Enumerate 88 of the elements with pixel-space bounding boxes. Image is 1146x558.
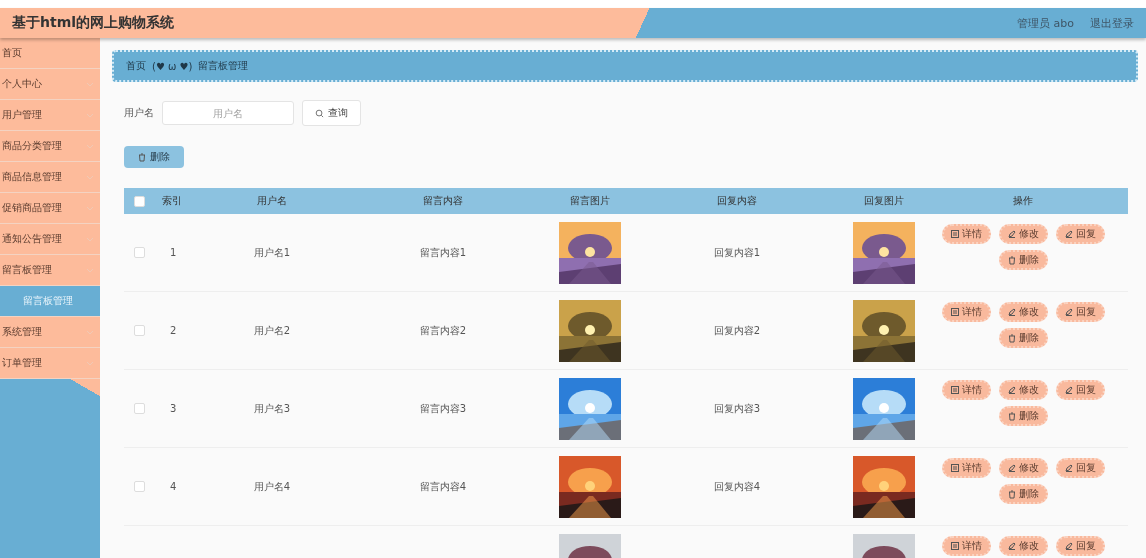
column-header: 索引 bbox=[161, 194, 183, 208]
action-button[interactable]: 修改 bbox=[998, 536, 1048, 556]
search-icon bbox=[315, 108, 324, 118]
pencil-icon bbox=[1007, 386, 1016, 394]
logout-link[interactable]: 退出登录 bbox=[1090, 15, 1134, 31]
row-checkbox[interactable] bbox=[133, 481, 145, 492]
pencil-icon bbox=[1064, 542, 1073, 550]
table-cell: 2 bbox=[170, 325, 177, 336]
action-button[interactable]: 回复 bbox=[1055, 224, 1105, 244]
pencil-icon bbox=[1064, 230, 1073, 238]
action-button[interactable]: 修改 bbox=[998, 380, 1048, 400]
action-button[interactable]: 修改 bbox=[998, 458, 1048, 478]
action-button[interactable]: 回复 bbox=[1055, 380, 1105, 400]
chevron-down-icon bbox=[86, 81, 94, 87]
column-header: 留言内容 bbox=[422, 194, 464, 208]
chevron-down-icon bbox=[86, 174, 94, 180]
column-header: 用户名 bbox=[256, 194, 288, 208]
chevron-down-icon bbox=[86, 360, 94, 366]
document-icon bbox=[950, 464, 959, 472]
table-cell: 回复内容3 bbox=[713, 402, 761, 414]
pencil-icon bbox=[1064, 386, 1073, 394]
search-field[interactable]: 用户名 bbox=[162, 101, 294, 125]
table-cell: 用户名4 bbox=[253, 480, 291, 492]
table-cell: 用户名1 bbox=[253, 246, 291, 258]
table-cell: 4 bbox=[170, 481, 177, 492]
chevron-down-icon bbox=[86, 112, 94, 118]
sidebar-item[interactable]: 订单管理 bbox=[0, 348, 100, 379]
pencil-icon bbox=[1064, 308, 1073, 316]
row-checkbox[interactable] bbox=[133, 325, 145, 336]
trash-icon bbox=[1007, 255, 1016, 265]
action-button[interactable]: 详情 bbox=[941, 380, 991, 400]
pencil-icon bbox=[1007, 230, 1016, 238]
chevron-down-icon bbox=[86, 236, 94, 242]
pencil-icon bbox=[1007, 464, 1016, 472]
column-header: 留言图片 bbox=[569, 194, 611, 208]
search-button[interactable]: 查询 bbox=[302, 100, 361, 126]
action-button[interactable]: 回复 bbox=[1055, 458, 1105, 478]
row-checkbox[interactable] bbox=[133, 403, 145, 414]
chevron-down-icon bbox=[86, 143, 94, 149]
search-label: 用户名 bbox=[124, 106, 154, 120]
delete-button[interactable]: 删除 bbox=[124, 146, 184, 168]
trash-icon bbox=[138, 152, 146, 162]
chevron-down-icon bbox=[86, 267, 94, 273]
table-cell: 回复内容1 bbox=[713, 246, 761, 258]
chevron-down-icon bbox=[86, 329, 94, 335]
table-cell: 用户名3 bbox=[253, 402, 291, 414]
action-button[interactable]: 详情 bbox=[941, 458, 991, 478]
select-all-checkbox[interactable] bbox=[133, 195, 145, 207]
breadcrumb-separator: (♥ ω ♥) bbox=[152, 60, 193, 72]
table-cell: 1 bbox=[170, 247, 177, 258]
table-cell: 回复内容2 bbox=[713, 324, 761, 336]
action-button[interactable]: 修改 bbox=[998, 224, 1048, 244]
chevron-down-icon bbox=[86, 205, 94, 211]
action-button[interactable]: 详情 bbox=[941, 224, 991, 244]
user-name[interactable]: 管理员 abo bbox=[1017, 15, 1074, 31]
document-icon bbox=[950, 308, 959, 316]
trash-icon bbox=[1007, 333, 1016, 343]
action-button[interactable]: 回复 bbox=[1055, 302, 1105, 322]
action-button[interactable]: 详情 bbox=[941, 536, 991, 556]
pencil-icon bbox=[1064, 464, 1073, 472]
action-button[interactable]: 删除 bbox=[998, 328, 1048, 348]
row-checkbox[interactable] bbox=[133, 247, 145, 258]
table-cell: 留言内容4 bbox=[419, 480, 467, 492]
action-button[interactable]: 回复 bbox=[1055, 536, 1105, 556]
document-icon bbox=[950, 542, 959, 550]
action-button[interactable]: 删除 bbox=[998, 484, 1048, 504]
trash-icon bbox=[1007, 411, 1016, 421]
breadcrumb-home[interactable]: 首页 bbox=[126, 59, 146, 73]
action-button[interactable]: 删除 bbox=[998, 406, 1048, 426]
action-button[interactable]: 详情 bbox=[941, 302, 991, 322]
column-header: 操作 bbox=[1012, 194, 1034, 208]
breadcrumb-current: 留言板管理 bbox=[198, 59, 249, 73]
table-cell: 用户名2 bbox=[253, 324, 291, 336]
table-cell: 留言内容2 bbox=[419, 324, 467, 336]
pencil-icon bbox=[1007, 542, 1016, 550]
pencil-icon bbox=[1007, 308, 1016, 316]
action-button[interactable]: 修改 bbox=[998, 302, 1048, 322]
document-icon bbox=[950, 386, 959, 394]
app-title: 基于html的网上购物系统 bbox=[12, 14, 176, 32]
column-header: 回复内容 bbox=[716, 194, 758, 208]
table-cell: 留言内容3 bbox=[419, 402, 467, 414]
table-cell: 回复内容4 bbox=[713, 480, 761, 492]
table-cell: 3 bbox=[170, 403, 177, 414]
trash-icon bbox=[1007, 489, 1016, 499]
action-button[interactable]: 删除 bbox=[998, 250, 1048, 270]
column-header: 回复图片 bbox=[863, 194, 905, 208]
document-icon bbox=[950, 230, 959, 238]
table-cell: 留言内容1 bbox=[419, 246, 467, 258]
